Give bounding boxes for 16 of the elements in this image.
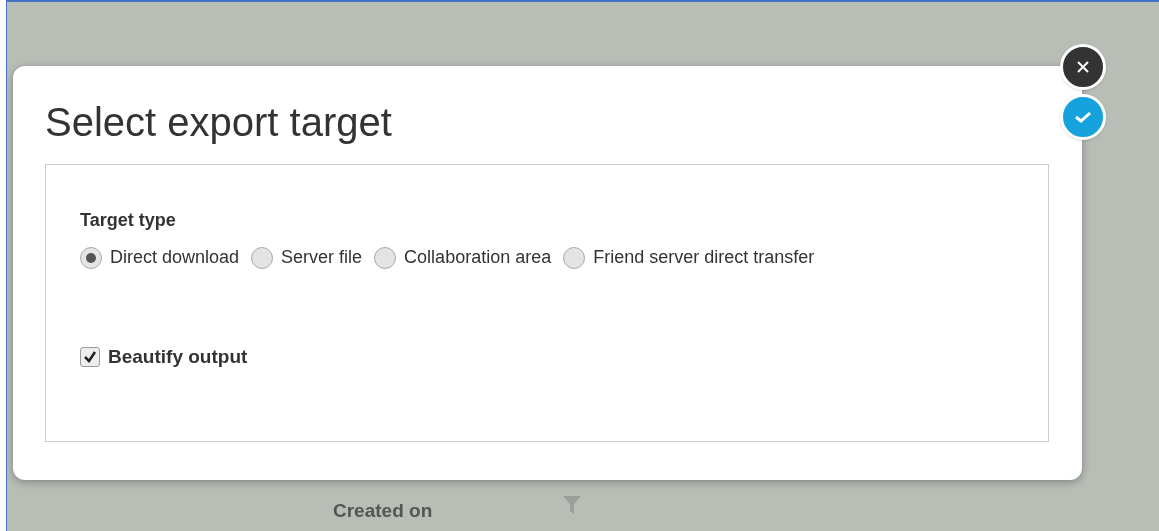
column-header: Created on bbox=[333, 498, 433, 523]
radio-icon bbox=[563, 246, 586, 269]
radio-option[interactable]: Collaboration area bbox=[374, 244, 552, 271]
radio-icon bbox=[80, 246, 102, 269]
radio-icon bbox=[374, 246, 397, 269]
radio-option[interactable]: Friend server direct transfer bbox=[563, 244, 815, 271]
group-label: Target type bbox=[80, 209, 177, 232]
close-icon bbox=[1075, 59, 1091, 75]
checkbox-option[interactable]: Beautify output bbox=[80, 343, 1014, 372]
filter-icon bbox=[562, 494, 583, 516]
dialog-title: Select export target bbox=[45, 102, 393, 142]
radio-icon bbox=[251, 246, 274, 269]
close-button[interactable] bbox=[1060, 44, 1106, 90]
check-icon bbox=[1073, 109, 1093, 125]
radio-option[interactable]: Server file bbox=[251, 244, 363, 271]
radio-option[interactable]: Direct download bbox=[80, 244, 240, 271]
